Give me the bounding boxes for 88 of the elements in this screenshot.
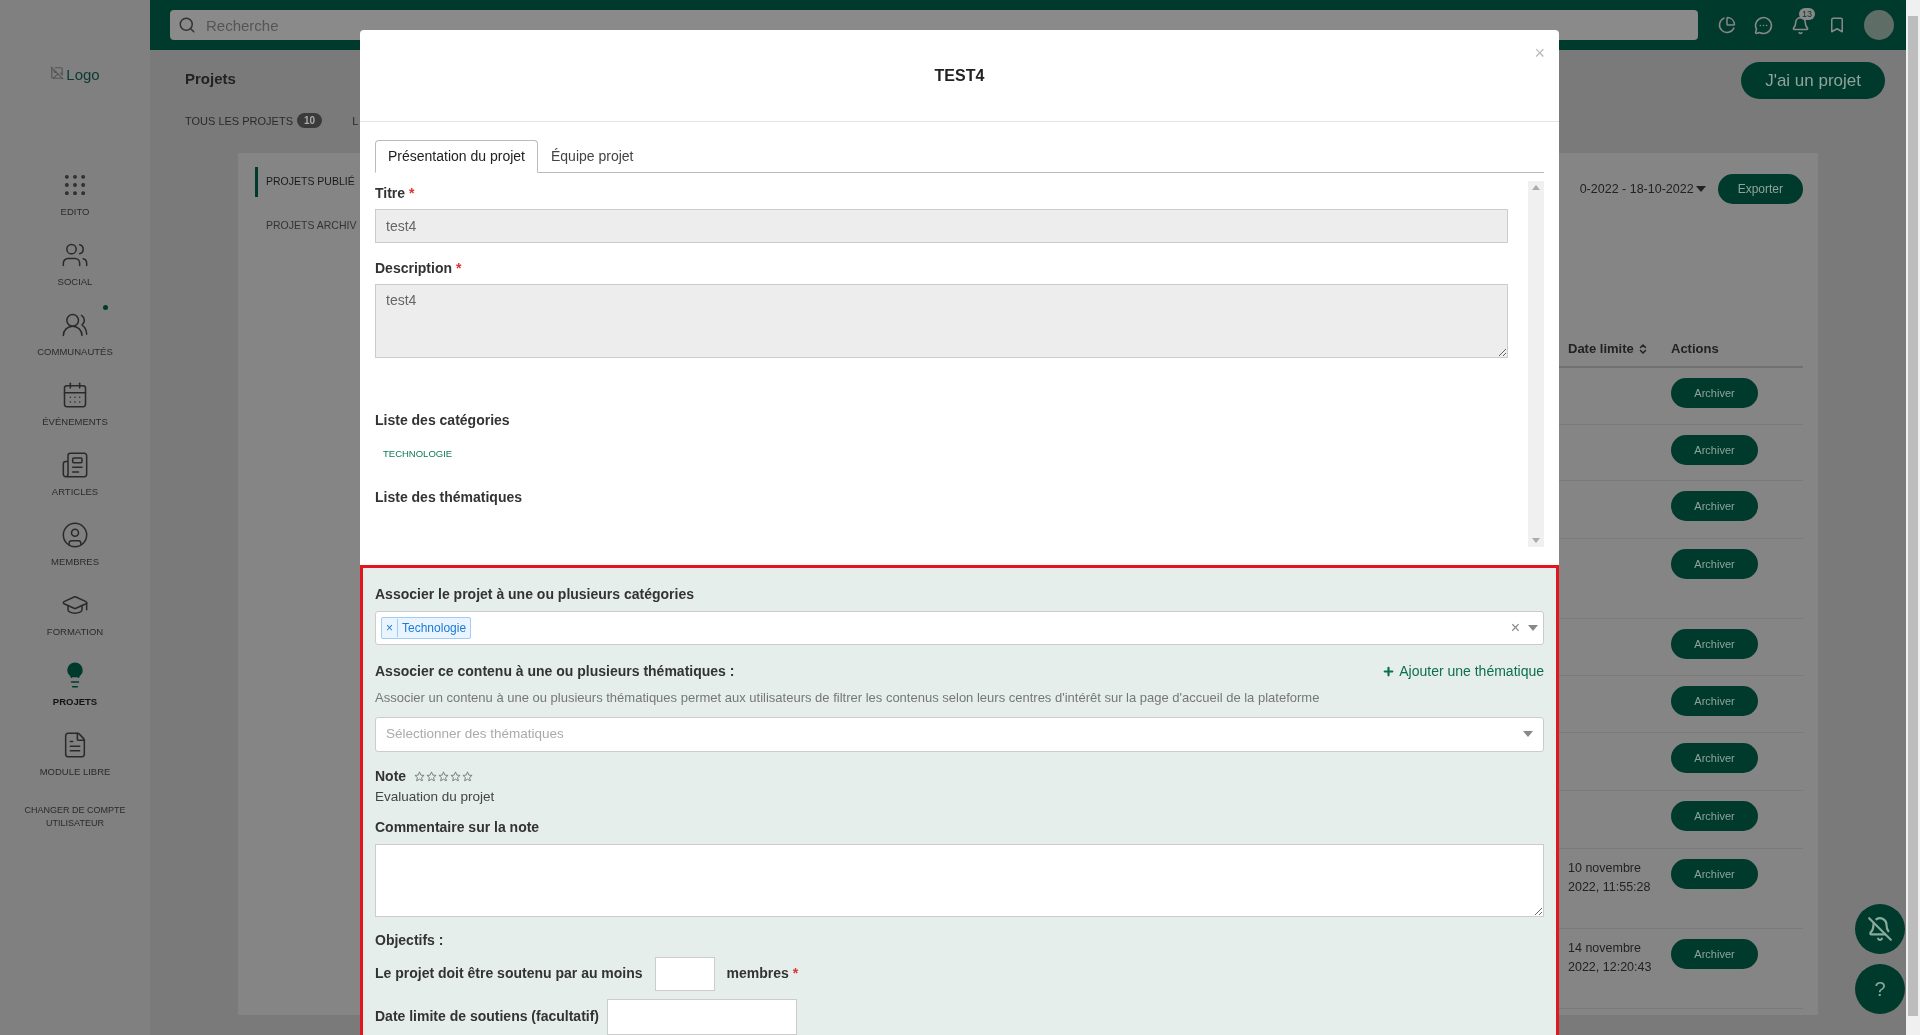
scroll-up-icon[interactable] [1532,185,1540,190]
members-input[interactable] [654,956,715,991]
archive-button[interactable]: Archiver [1671,491,1758,521]
archive-button[interactable]: Archiver [1671,859,1758,889]
field-label: Le projet doit être soutenu par au moins [375,964,643,984]
deadline-text: 14 novembre 2022, 12:20:43 [1568,941,1652,974]
calendar-icon [61,381,89,409]
sidebar-item[interactable]: MEMBRES [10,518,140,588]
caret-icon [1523,731,1533,737]
archive-button[interactable]: Archiver [1671,939,1758,969]
star-icon[interactable] [426,770,438,782]
deadline-text: 10 novembre 2022, 11:55:28 [1568,861,1651,894]
category-label: TECHNOLOGIE [383,447,453,461]
notifications-icon[interactable] [1791,15,1810,35]
sidebar-item[interactable]: PROJETS [10,658,140,728]
comment-input[interactable] [375,843,1544,917]
archive-button[interactable]: Archiver [1671,435,1758,465]
field-label: Date limite de soutiens (facultatif) [375,1007,600,1027]
title-input[interactable]: test4 [375,209,1508,243]
star-icon[interactable] [450,770,462,782]
page-tab[interactable]: L [352,112,359,129]
sidebar-item[interactable]: ÉVÉNEMENTS [10,378,140,448]
notification-count: 13 [1799,7,1815,20]
deadline-input[interactable] [607,998,798,1035]
modal-scrollbar[interactable] [1528,181,1544,547]
date-range-picker[interactable]: 0-2022 - 18-10-2022 [1579,179,1706,199]
count-badge: 10 [297,113,323,129]
modal-tab[interactable]: Présentation du projet [375,140,538,173]
sidebar-item[interactable]: SOCIAL [10,238,140,308]
sidebar-item[interactable]: EDITO [10,168,140,238]
field-label: Associer le projet à une ou plusieurs catégories [375,585,695,604]
field-label: Commentaire sur la note [375,817,541,837]
page-tab[interactable]: TOUS LES PROJETS [185,112,293,129]
archive-button[interactable]: Archiver [1671,629,1758,659]
search-icon [178,16,196,34]
modal-title: TEST4 [934,65,985,86]
field-label: membres * [726,964,799,984]
mute-button[interactable] [1855,904,1905,954]
archive-button[interactable]: Archiver [1671,378,1758,408]
field-label: Description * [375,259,463,278]
field-label: Associer ce contenu à une ou plusieurs thématiques : [375,662,735,681]
archive-button[interactable]: Archiver [1671,743,1758,773]
section-label: Liste des catégories [375,411,511,430]
new-project-button[interactable]: J'ai un projet [1741,62,1885,99]
avatar[interactable] [1864,10,1894,40]
help-text: Associer un contenu à une ou plusieurs thématiques permet aux utilisateurs de filtrer les contenus selon leurs centres d'intérêt sur la page d'accueil de la plateforme [375,689,1321,707]
modal-tab[interactable]: Équipe projet [538,140,647,173]
field-label: Note [375,766,407,786]
selected-tag: × Technologie [381,617,472,639]
plus-icon [1382,665,1396,678]
page-title: Projets [185,69,237,89]
archive-button[interactable]: Archiver [1671,686,1758,716]
caret-icon [1528,625,1538,631]
group-icon [61,311,89,339]
export-button[interactable]: Exporter [1717,174,1803,204]
scroll-down-icon[interactable] [1532,538,1540,543]
star-icon[interactable] [462,770,474,782]
clear-button[interactable]: × [1510,616,1520,640]
chat-icon[interactable] [1754,15,1773,35]
category-select[interactable]: × Technologie × [375,611,1544,645]
people-icon [61,241,89,269]
remove-tag-button[interactable]: × [382,619,398,637]
page-scrollbar[interactable] [1906,0,1920,1035]
column-header[interactable]: Date limite [1553,339,1671,359]
archive-button[interactable]: Archiver [1671,549,1758,579]
star-icon[interactable] [414,770,426,782]
star-icon[interactable] [438,770,450,782]
logo-alt-text: Logo [66,65,100,85]
sidebar-item[interactable]: MODULE LIBRE [10,728,140,798]
document-icon [61,451,89,479]
sidebar-item[interactable]: ARTICLES [10,448,140,518]
sidebar-item[interactable]: COMMUNAUTÉS [10,308,140,378]
rating-caption: Evaluation du projet [375,787,496,806]
column-header[interactable]: Actions [1671,339,1719,359]
switch-account-link[interactable]: CHANGER DE COMPTE UTILISATEUR [20,804,130,830]
field-label: Objectifs : [375,930,445,950]
sidebar-item[interactable]: FORMATION [10,588,140,658]
broken-image-icon [50,66,65,80]
pie-chart-icon[interactable] [1718,16,1736,34]
bell-off-icon [1867,916,1893,942]
add-theme-link[interactable]: Ajouter une thématique [1382,661,1544,682]
caret-icon [1695,186,1706,192]
description-input[interactable]: test4 [375,284,1508,358]
section-label: Liste des thématiques [375,488,524,508]
help-button[interactable]: ? [1855,964,1905,1014]
user-circle-icon [61,521,89,549]
archive-button[interactable]: Archiver [1671,801,1758,831]
bookmark-icon[interactable] [1828,16,1846,34]
